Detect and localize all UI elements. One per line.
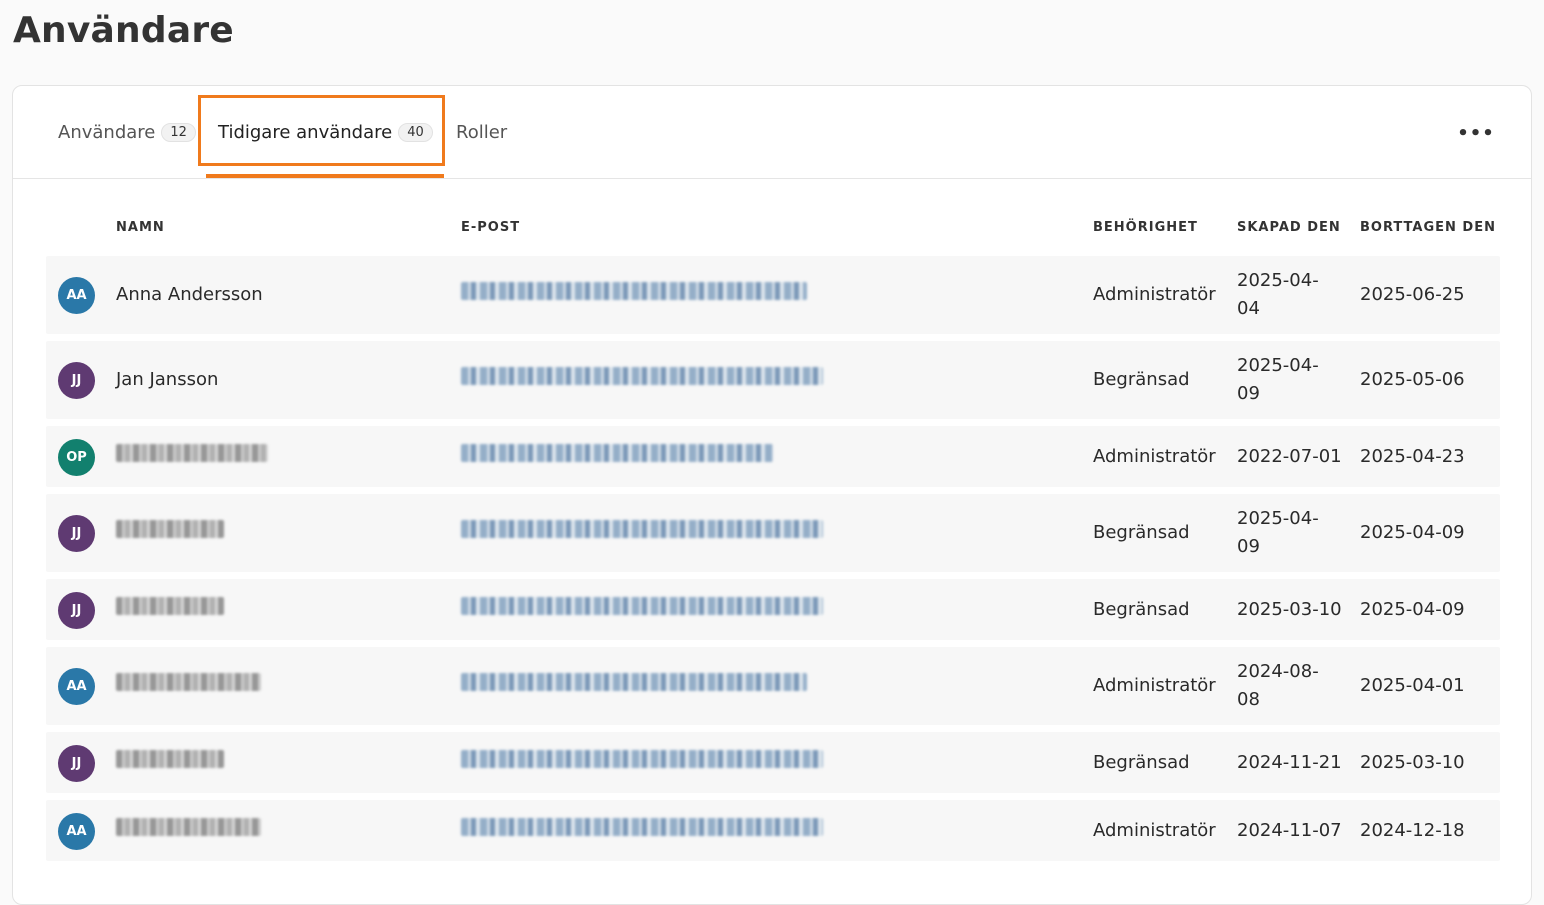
tab-bar: Användare 12 Tidigare användare 40 Rolle… (13, 86, 1531, 179)
deleted-date: 2025-04-09 (1360, 598, 1465, 620)
table-header: NAMN E-POST BEHÖRIGHET SKAPAD DEN BORTTA… (46, 216, 1500, 256)
created-date: 2022-07-01 (1237, 445, 1342, 467)
user-name: Anna Andersson (116, 284, 263, 305)
email-cell (461, 749, 823, 777)
created-date: 2025-04- 04 (1237, 270, 1319, 319)
user-name-cell (116, 672, 261, 700)
redacted-email (461, 673, 807, 691)
avatar: JJ (58, 515, 95, 552)
redacted-name (116, 817, 261, 836)
created-date: 2024-11-07 (1237, 819, 1342, 841)
role-cell: Administratör (1093, 284, 1216, 305)
avatar: AA (58, 812, 95, 850)
email-cell (461, 817, 823, 845)
users-card: Användare 12 Tidigare användare 40 Rolle… (12, 85, 1532, 905)
avatar: JJ (58, 362, 95, 399)
role-cell: Administratör (1093, 819, 1216, 841)
user-name-cell: Anna Andersson (116, 281, 263, 309)
redacted-email (461, 282, 807, 300)
role-cell: Begränsad (1093, 522, 1190, 543)
deleted-date: 2025-06-25 (1360, 284, 1465, 305)
redacted-name (116, 673, 261, 691)
user-name-cell: Jan Jansson (116, 366, 218, 394)
user-name: Jan Jansson (116, 369, 219, 390)
redacted-email (461, 367, 823, 385)
avatar: OP (58, 438, 95, 476)
deleted-date: 2025-04-09 (1360, 522, 1465, 543)
tab-users-label: Användare (58, 122, 156, 143)
table-row[interactable]: JJ Begränsad 2024-11-21 2025-03-10 (46, 732, 1500, 793)
user-name-cell (116, 749, 224, 777)
redacted-email (461, 817, 823, 836)
avatar: AA (58, 277, 95, 314)
active-tab-indicator (206, 174, 444, 178)
email-cell (461, 672, 807, 700)
created-date: 2025-04- 09 (1237, 508, 1319, 557)
tab-users[interactable]: Användare 12 (58, 86, 196, 179)
deleted-date: 2025-05-06 (1360, 369, 1465, 390)
deleted-date: 2024-12-18 (1360, 819, 1465, 841)
page-title: Användare (13, 10, 234, 51)
table-row[interactable]: OP Administratör 2022-07-01 2025-04-23 (46, 426, 1500, 487)
redacted-email (461, 443, 773, 462)
redacted-name (116, 749, 224, 768)
redacted-name (116, 443, 268, 462)
former-users-table: NAMN E-POST BEHÖRIGHET SKAPAD DEN BORTTA… (46, 216, 1500, 868)
deleted-date: 2025-04-23 (1360, 445, 1465, 467)
table-row[interactable]: AA Anna Andersson Administratör 2025-04- 04 2… (46, 256, 1500, 334)
deleted-date: 2025-03-10 (1360, 751, 1465, 773)
tab-roles[interactable]: Roller (456, 86, 507, 179)
user-name-cell (116, 443, 268, 471)
created-date: 2024-11-21 (1237, 751, 1342, 773)
created-date: 2024-08- 08 (1237, 661, 1319, 710)
role-cell: Administratör (1093, 675, 1216, 696)
user-name-cell (116, 596, 224, 624)
table-body: AA Anna Andersson Administratör 2025-04- 04 2… (46, 256, 1500, 861)
col-created[interactable]: SKAPAD DEN (1237, 220, 1341, 235)
email-cell (461, 596, 823, 624)
table-row[interactable]: AA Administratör 2024-08- 08 2025-04-01 (46, 647, 1500, 725)
avatar: AA (58, 668, 95, 705)
redacted-email (461, 749, 823, 768)
email-cell (461, 366, 823, 394)
role-cell: Administratör (1093, 445, 1216, 467)
col-role[interactable]: BEHÖRIGHET (1093, 220, 1198, 235)
user-name-cell (116, 817, 261, 845)
tab-users-count: 12 (161, 123, 196, 142)
more-horizontal-icon[interactable]: ••• (1457, 120, 1494, 146)
email-cell (461, 443, 773, 471)
tab-roles-label: Roller (456, 122, 508, 143)
col-email[interactable]: E-POST (461, 220, 520, 235)
table-row[interactable]: JJ Begränsad 2025-03-10 2025-04-09 (46, 579, 1500, 640)
created-date: 2025-04- 09 (1237, 355, 1319, 404)
col-name[interactable]: NAMN (116, 220, 165, 235)
role-cell: Begränsad (1093, 751, 1190, 773)
created-date: 2025-03-10 (1237, 598, 1342, 620)
table-row[interactable]: JJ Jan Jansson Begränsad 2025-04- 09 2025-05-… (46, 341, 1500, 419)
col-deleted[interactable]: BORTTAGEN DEN (1360, 220, 1496, 235)
email-cell (461, 281, 807, 309)
redacted-email (461, 596, 823, 615)
tab-focus-highlight (198, 95, 445, 166)
email-cell (461, 519, 823, 547)
user-name-cell (116, 519, 224, 547)
redacted-name (116, 520, 224, 538)
redacted-name (116, 596, 224, 615)
avatar: JJ (58, 744, 95, 782)
table-row[interactable]: JJ Begränsad 2025-04- 09 2025-04-09 (46, 494, 1500, 572)
deleted-date: 2025-04-01 (1360, 675, 1465, 696)
role-cell: Begränsad (1093, 598, 1190, 620)
redacted-email (461, 520, 823, 538)
avatar: JJ (58, 591, 95, 629)
role-cell: Begränsad (1093, 369, 1190, 390)
table-row[interactable]: AA Administratör 2024-11-07 2024-12-18 (46, 800, 1500, 861)
